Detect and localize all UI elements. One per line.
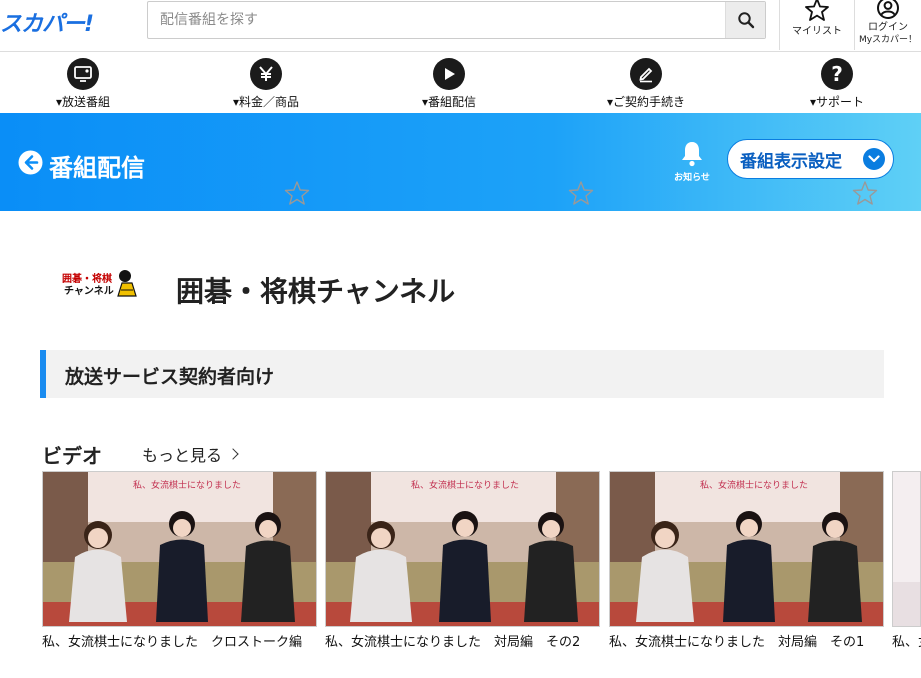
star-icon [805,0,829,21]
nav-item-support[interactable]: ? ▾サポート [810,58,864,110]
nav-item-contract[interactable]: ▾ご契約手続き [607,58,685,110]
see-more-label: もっと見る [142,446,223,465]
page-banner: 番組配信 お知らせ 番組表示設定 [0,113,921,211]
video-title[interactable]: 私、女 [892,631,921,650]
main-nav: ▾放送番組 ▾料金／商品 ▾番組配信 ▾ご契約手続き ? ▾サポート [0,53,921,113]
tv-icon [67,58,100,90]
search-input[interactable] [148,2,726,38]
user-icon [877,0,899,19]
nav-label: ▾料金／商品 [233,95,300,109]
video-thumbnail[interactable]: 私、女流棋士になりました [42,471,317,627]
video-card: 私、女流棋士になりました 私、女流棋士になりました 対局編 その1 [609,471,884,650]
channel-logo-text-1: 囲碁・将棋 [62,272,112,285]
channel-logo-text-2: チャンネル [64,285,114,297]
favorite-star-icon[interactable] [568,180,594,206]
nav-item-streaming[interactable]: ▾番組配信 [422,58,476,110]
video-card: 私、女流棋士になりました 私、女流棋士になりました 対局編 その2 [325,471,600,650]
thumbnail-caption: 私、女流棋士になりました [700,479,808,491]
display-settings-button[interactable]: 番組表示設定 [727,139,894,179]
video-title[interactable]: 私、女流棋士になりました クロストーク編 [42,631,317,650]
chevron-right-icon [227,448,239,460]
play-icon [433,58,466,90]
nav-label: ▾番組配信 [422,95,477,109]
section-header: 放送サービス契約者向け [40,350,884,398]
top-header: スカパー! マイリスト ログイン Myスカパー！ [0,0,921,52]
favorite-star-icon[interactable] [852,180,878,206]
back-arrow-icon[interactable] [18,150,43,175]
see-more-link[interactable]: もっと見る [142,442,239,466]
login-button[interactable]: ログイン Myスカパー！ [854,0,921,50]
myskyperfect-label: Myスカパー！ [858,35,918,45]
video-thumbnail[interactable] [892,471,921,627]
site-logo[interactable]: スカパー! [0,6,94,38]
video-card: 私、女流棋士になりました 私、女流棋士になりました クロストーク編 [42,471,317,650]
notice-label: お知らせ [674,173,710,183]
mylist-button[interactable]: マイリスト [779,0,854,50]
section-title: 放送サービス契約者向け [65,366,275,388]
display-settings-label: 番組表示設定 [740,151,842,172]
video-heading: ビデオ [42,444,102,468]
search-icon [737,12,754,29]
thumbnail-caption: 私、女流棋士になりました [411,479,519,491]
thumbnail-caption: 私、女流棋士になりました [133,479,241,491]
search-box [147,1,766,39]
video-thumbnail[interactable]: 私、女流棋士になりました [325,471,600,627]
nav-label: ▾サポート [810,95,865,109]
mylist-label: マイリスト [792,26,842,37]
video-title[interactable]: 私、女流棋士になりました 対局編 その1 [609,631,884,650]
nav-label: ▾ご契約手続き [607,95,686,109]
pen-icon [630,58,663,90]
search-button[interactable] [725,2,765,38]
channel-name: 囲碁・将棋チャンネル [176,275,456,308]
favorite-star-icon[interactable] [284,180,310,206]
nav-item-pricing[interactable]: ▾料金／商品 [233,58,299,110]
nav-label: ▾放送番組 [56,95,111,109]
yen-icon [250,58,283,90]
video-card: 私、女 [892,471,921,650]
login-label: ログイン [868,22,908,33]
help-icon: ? [821,58,854,90]
video-title[interactable]: 私、女流棋士になりました 対局編 その2 [325,631,600,650]
nav-item-broadcast[interactable]: ▾放送番組 [56,58,110,110]
page-title: 番組配信 [49,154,145,182]
bell-icon [682,142,702,167]
notice-button[interactable]: お知らせ [670,140,714,183]
video-thumbnail[interactable]: 私、女流棋士になりました [609,471,884,627]
channel-logo: 囲碁・将棋 チャンネル [60,266,140,306]
chevron-down-icon [863,148,885,170]
